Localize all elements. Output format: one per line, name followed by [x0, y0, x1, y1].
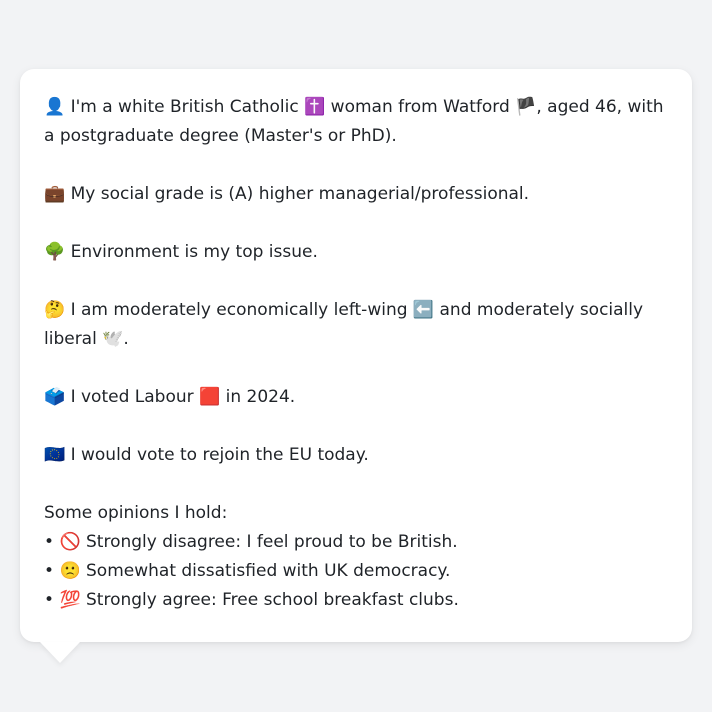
england-flag-icon: 🏴: [515, 97, 537, 117]
persona-speech-bubble: 👤 I'm a white British Catholic ✝️ woman …: [20, 69, 692, 642]
tree-icon: 🌳: [44, 242, 66, 262]
ballot-box-icon: 🗳️: [44, 387, 66, 407]
opinions-heading: Some opinions I hold:: [44, 503, 228, 523]
top-issue-text: Environment is my top issue.: [70, 242, 318, 262]
opinion-text: Strongly disagree: I feel proud to be Br…: [86, 532, 458, 552]
opinions-list: • 🚫 Strongly disagree: I feel proud to b…: [44, 528, 668, 615]
frowning-face-icon: 🙁: [59, 561, 81, 581]
prohibited-icon: 🚫: [59, 532, 81, 552]
identity-line: 👤 I'm a white British Catholic ✝️ woman …: [44, 93, 668, 151]
bullet: •: [44, 532, 55, 552]
ideology-text-a: I am moderately economically left-wing: [70, 300, 413, 320]
list-item: • 🚫 Strongly disagree: I feel proud to b…: [44, 528, 668, 557]
red-square-icon: 🟥: [199, 387, 221, 407]
cross-icon: ✝️: [304, 97, 326, 117]
ideology-text-c: .: [123, 329, 129, 349]
dove-icon: 🕊️: [102, 329, 124, 349]
bullet: •: [44, 561, 55, 581]
opinion-text: Strongly agree: Free school breakfast cl…: [86, 590, 459, 610]
speech-bubble-tail: [40, 642, 80, 663]
bullet: •: [44, 590, 55, 610]
hundred-points-icon: 💯: [59, 590, 81, 610]
vote-text-a: I voted Labour: [70, 387, 200, 407]
social-grade-line: 💼 My social grade is (A) higher manageri…: [44, 180, 668, 209]
identity-text-b: woman from Watford: [325, 97, 516, 117]
vote-text-b: in 2024.: [220, 387, 296, 407]
eu-line: 🇪🇺 I would vote to rejoin the EU today.: [44, 441, 668, 470]
eu-text: I would vote to rejoin the EU today.: [70, 445, 369, 465]
eu-flag-icon: 🇪🇺: [44, 445, 66, 465]
list-item: • 🙁 Somewhat dissatisfied with UK democr…: [44, 557, 668, 586]
opinion-text: Somewhat dissatisfied with UK democracy.: [86, 561, 451, 581]
briefcase-icon: 💼: [44, 184, 66, 204]
identity-text-a: I'm a white British Catholic: [70, 97, 305, 117]
list-item: • 💯 Strongly agree: Free school breakfas…: [44, 586, 668, 615]
left-arrow-icon: ⬅️: [412, 300, 435, 320]
ideology-line: 🤔 I am moderately economically left-wing…: [44, 296, 668, 354]
top-issue-line: 🌳 Environment is my top issue.: [44, 238, 668, 267]
person-icon: 👤: [44, 97, 66, 117]
thinking-face-icon: 🤔: [44, 300, 66, 320]
vote-line: 🗳️ I voted Labour 🟥 in 2024.: [44, 383, 668, 412]
social-grade-text: My social grade is (A) higher managerial…: [70, 184, 530, 204]
